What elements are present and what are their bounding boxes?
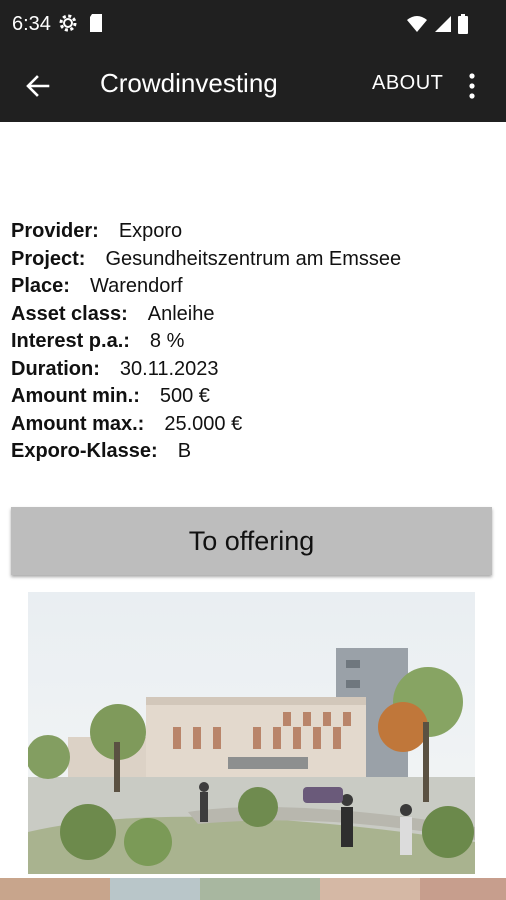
project-details: Provider: Exporo Project: Gesundheitszentr… [11,218,495,466]
page-title: Crowdinvesting [100,68,278,98]
detail-value: 25.000 € [164,412,243,435]
overflow-menu-button[interactable] [462,68,482,104]
detail-row-project: Project: Gesundheitszentrum am Emssee [11,246,495,274]
detail-label: Duration: [11,357,100,380]
about-button[interactable]: ABOUT [372,72,443,95]
back-arrow-icon [26,75,50,97]
detail-row-interest: Interest p.a.: 8 % [11,328,495,356]
detail-value: 30.11.2023 [119,357,219,380]
detail-label: Amount min.: [11,385,140,408]
detail-row-amount-min: Amount min.: 500 € [11,383,495,411]
detail-row-duration: Duration: 30.11.2023 [11,356,495,384]
detail-row-asset-class: Asset class: Anleihe [11,301,495,329]
detail-value: 8 % [149,330,185,353]
detail-row-amount-max: Amount max.: 25.000 € [11,411,495,439]
status-time: 6:34 [12,13,51,35]
app-bar: Crowdinvesting ABOUT [0,50,506,122]
status-left-icons [58,13,104,33]
battery-icon [458,14,468,34]
detail-label: Exporo-Klasse: [11,440,158,463]
cell-signal-icon [435,16,451,32]
detail-label: Amount max.: [11,412,145,435]
detail-label: Project: [11,247,86,270]
detail-row-exporo-klasse: Exporo-Klasse: B [11,438,495,466]
back-button[interactable] [20,68,56,104]
detail-value: Anleihe [147,302,215,325]
detail-row-provider: Provider: Exporo [11,218,495,246]
settings-gear-icon [59,14,77,32]
sd-card-icon [90,14,102,32]
detail-value: Warendorf [89,275,183,298]
wifi-icon [407,16,427,32]
detail-row-place: Place: Warendorf [11,273,495,301]
detail-label: Provider: [11,220,99,243]
detail-label: Place: [11,275,70,298]
status-bar: 6:34 [0,0,506,50]
detail-label: Interest p.a.: [11,330,130,353]
detail-value: 500 € [159,385,210,408]
detail-value: Gesundheitszentrum am Emssee [105,247,402,270]
banknotes-background [0,878,506,900]
to-offering-button[interactable]: To offering [11,507,492,575]
more-vert-icon [469,73,475,99]
project-image [28,592,475,874]
detail-value: B [177,440,192,463]
status-right-icons [406,14,468,34]
detail-label: Asset class: [11,302,128,325]
detail-value: Exporo [118,220,183,243]
